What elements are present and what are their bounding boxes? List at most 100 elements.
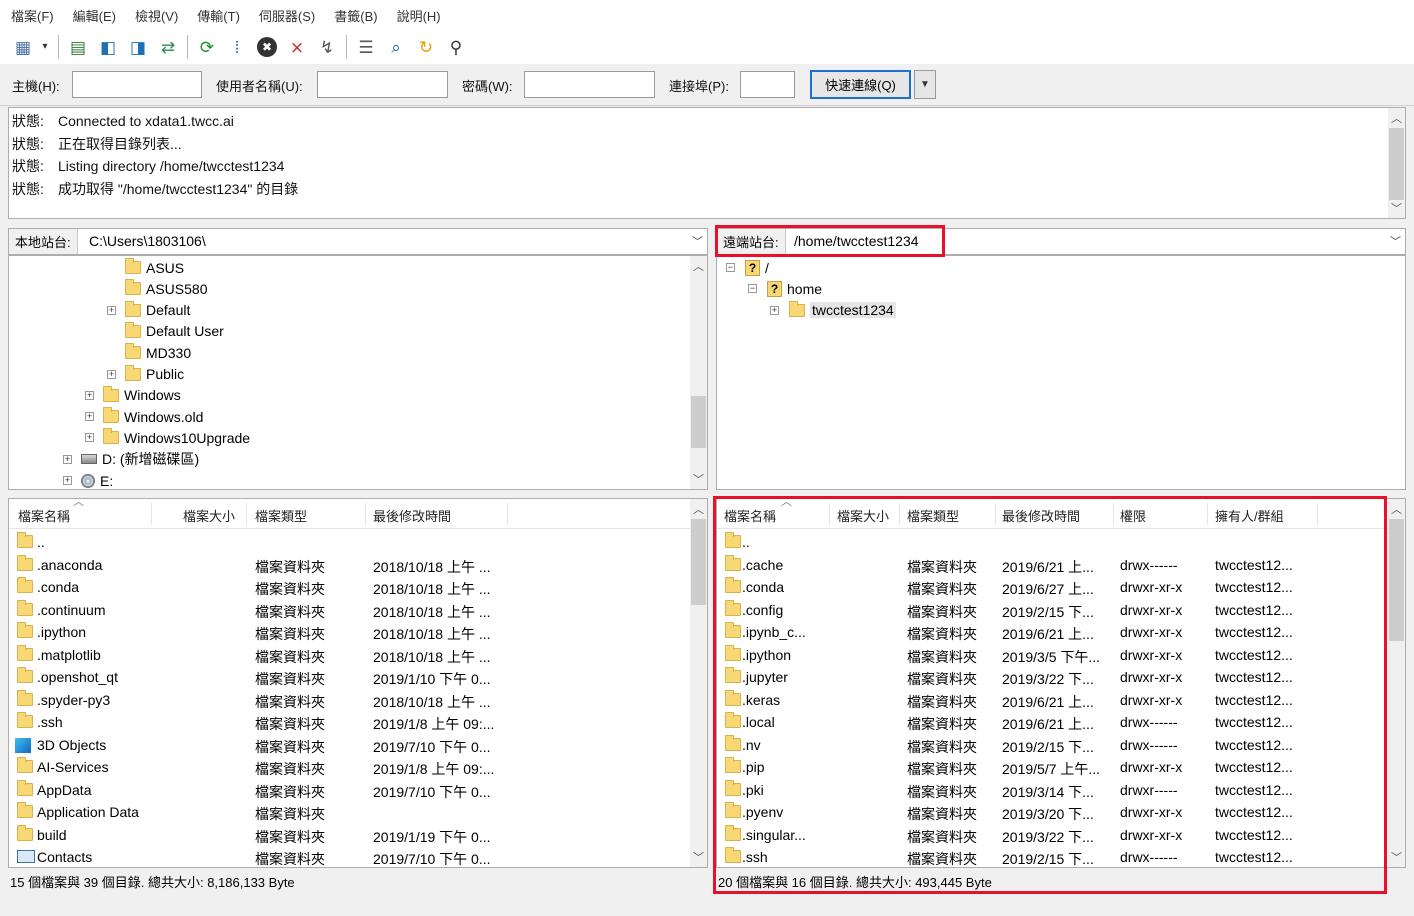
- file-row[interactable]: .conda 檔案資料夾 2019/6/27 上... drwxr-xr-x twcct…: [717, 576, 1405, 598]
- scroll-up-icon[interactable]: ︿: [690, 501, 707, 517]
- compare-button[interactable]: ⌕: [383, 34, 409, 60]
- port-input[interactable]: [740, 71, 795, 98]
- expand-icon[interactable]: +: [85, 433, 94, 443]
- sync-browse-button[interactable]: ↻: [413, 34, 439, 60]
- tree-node[interactable]: Default User: [125, 321, 224, 342]
- column-divider[interactable]: [829, 503, 830, 525]
- menu-item-0[interactable]: 檔案(F): [10, 4, 55, 27]
- toggle-remote-tree-button[interactable]: ◨: [125, 34, 151, 60]
- column-header[interactable]: 檔案類型: [907, 506, 959, 525]
- column-header[interactable]: 擁有人/群組: [1215, 506, 1284, 525]
- expand-icon[interactable]: +: [107, 305, 116, 315]
- menu-item-5[interactable]: 書籤(B): [333, 4, 378, 27]
- log-scrollbar[interactable]: ︿ ﹀: [1388, 108, 1405, 218]
- expand-icon[interactable]: +: [770, 305, 779, 315]
- expand-icon[interactable]: +: [85, 412, 94, 422]
- file-row[interactable]: build 檔案資料夾 2019/1/19 下午 0...: [9, 824, 707, 846]
- column-divider[interactable]: [899, 503, 900, 525]
- file-row[interactable]: .anaconda 檔案資料夾 2018/10/18 上午 ...: [9, 554, 707, 576]
- tree-node[interactable]: ? /: [745, 257, 769, 278]
- quickconnect-history-dropdown[interactable]: ▼: [914, 70, 936, 99]
- file-row[interactable]: .ssh 檔案資料夾 2019/1/8 上午 09:...: [9, 711, 707, 733]
- tree-node[interactable]: ASUS: [125, 257, 184, 278]
- file-row[interactable]: AI-Services 檔案資料夾 2019/1/8 上午 09:...: [9, 756, 707, 778]
- tree-node[interactable]: twcctest1234: [789, 300, 896, 321]
- directory-filter-button[interactable]: ☰: [353, 34, 379, 60]
- column-header[interactable]: 檔案名稱: [18, 506, 70, 525]
- scroll-up-icon[interactable]: ︿: [1388, 110, 1405, 126]
- menu-item-2[interactable]: 檢視(V): [134, 4, 179, 27]
- toggle-local-tree-button[interactable]: ◧: [95, 34, 121, 60]
- column-header[interactable]: 檔案名稱: [724, 506, 776, 525]
- file-row[interactable]: Contacts 檔案資料夾 2019/7/10 下午 0...: [9, 846, 707, 867]
- column-divider[interactable]: [1113, 503, 1114, 525]
- file-row[interactable]: .singular... 檔案資料夾 2019/3/22 下... drwxr-xr-…: [717, 824, 1405, 846]
- local-path-input[interactable]: C:\Users\1803106\: [89, 233, 206, 249]
- scroll-down-icon[interactable]: ﹀: [690, 471, 707, 487]
- scroll-up-icon[interactable]: ︿: [1388, 501, 1405, 517]
- refresh-button[interactable]: ⟳: [194, 34, 220, 60]
- file-row[interactable]: AppData 檔案資料夾 2019/7/10 下午 0...: [9, 779, 707, 801]
- disconnect-button[interactable]: ⨯: [284, 34, 310, 60]
- quickconnect-button[interactable]: 快速連線(Q): [810, 70, 911, 99]
- username-input[interactable]: [317, 71, 448, 98]
- file-row[interactable]: .pyenv 檔案資料夾 2019/3/20 下... drwxr-xr-x twcct…: [717, 801, 1405, 823]
- column-header[interactable]: 檔案類型: [255, 506, 307, 525]
- scrollbar-thumb[interactable]: [691, 396, 706, 448]
- file-row[interactable]: .pki 檔案資料夾 2019/3/14 下... drwxr----- twcctes…: [717, 779, 1405, 801]
- column-divider[interactable]: [1317, 503, 1318, 525]
- tree-node[interactable]: ? home: [767, 278, 822, 299]
- file-row[interactable]: .openshot_qt 檔案資料夾 2019/1/10 下午 0...: [9, 666, 707, 688]
- file-row[interactable]: .local 檔案資料夾 2019/6/21 上... drwx------ twcct…: [717, 711, 1405, 733]
- file-row[interactable]: .keras 檔案資料夾 2019/6/21 上... drwxr-xr-x twcct…: [717, 689, 1405, 711]
- menu-item-3[interactable]: 傳輸(T): [196, 4, 241, 27]
- site-manager-dropdown[interactable]: ▾: [40, 34, 50, 60]
- column-divider[interactable]: [151, 503, 152, 525]
- expand-icon[interactable]: +: [63, 454, 72, 464]
- file-row[interactable]: .ipython 檔案資料夾 2019/3/5 下午... drwxr-xr-x twc…: [717, 644, 1405, 666]
- password-input[interactable]: [524, 71, 655, 98]
- column-header[interactable]: 檔案大小: [837, 506, 889, 525]
- expand-icon[interactable]: +: [107, 369, 116, 379]
- tree-node[interactable]: D: (新增磁碟區): [81, 449, 199, 470]
- chevron-down-icon[interactable]: ﹀: [692, 233, 703, 249]
- tree-node[interactable]: Windows10Upgrade: [103, 427, 250, 448]
- collapse-icon[interactable]: −: [726, 263, 735, 272]
- file-row[interactable]: Application Data 檔案資料夾: [9, 801, 707, 823]
- file-row[interactable]: .config 檔案資料夾 2019/2/15 下... drwxr-xr-x twcc…: [717, 599, 1405, 621]
- file-row[interactable]: .spyder-py3 檔案資料夾 2018/10/18 上午 ...: [9, 689, 707, 711]
- site-manager-button[interactable]: ▦: [10, 34, 36, 60]
- file-row[interactable]: 3D Objects 檔案資料夾 2019/7/10 下午 0...: [9, 734, 707, 756]
- column-divider[interactable]: [246, 503, 247, 525]
- file-row[interactable]: ..: [9, 531, 707, 553]
- local-tree-scrollbar[interactable]: ︿ ﹀: [690, 256, 707, 489]
- tree-node[interactable]: ASUS580: [125, 278, 207, 299]
- tree-node[interactable]: Default: [125, 300, 190, 321]
- file-row[interactable]: ..: [717, 531, 1405, 553]
- file-row[interactable]: .jupyter 檔案資料夾 2019/3/22 下... drwxr-xr-x twc…: [717, 666, 1405, 688]
- toggle-log-button[interactable]: ▤: [65, 34, 91, 60]
- file-row[interactable]: .matplotlib 檔案資料夾 2018/10/18 上午 ...: [9, 644, 707, 666]
- host-input[interactable]: [72, 71, 202, 98]
- tree-node[interactable]: Windows.old: [103, 406, 203, 427]
- column-header[interactable]: 權限: [1120, 506, 1146, 525]
- tree-node[interactable]: MD330: [125, 342, 191, 363]
- process-queue-button[interactable]: ⁞: [224, 34, 250, 60]
- expand-icon[interactable]: +: [63, 476, 72, 485]
- collapse-icon[interactable]: −: [748, 284, 757, 294]
- column-divider[interactable]: [365, 503, 366, 525]
- column-header[interactable]: 檔案大小: [183, 506, 235, 525]
- file-row[interactable]: .nv 檔案資料夾 2019/2/15 下... drwx------ twcctest…: [717, 734, 1405, 756]
- chevron-down-icon[interactable]: ﹀: [1390, 233, 1401, 249]
- file-row[interactable]: .ssh 檔案資料夾 2019/2/15 下... drwx------ twcctes…: [717, 846, 1405, 867]
- file-row[interactable]: .ipynb_c... 檔案資料夾 2019/6/21 上... drwxr-xr-x…: [717, 621, 1405, 643]
- transfer-queue-button[interactable]: ⇄: [155, 34, 181, 60]
- file-row[interactable]: .cache 檔案資料夾 2019/6/21 上... drwx------ twcct…: [717, 554, 1405, 576]
- tree-node[interactable]: Windows: [103, 385, 181, 406]
- tree-node[interactable]: Public: [125, 364, 184, 385]
- file-row[interactable]: .pip 檔案資料夾 2019/5/7 上午... drwxr-xr-x twcctes…: [717, 756, 1405, 778]
- column-divider[interactable]: [507, 503, 508, 525]
- search-files-button[interactable]: ⚲: [443, 34, 469, 60]
- column-divider[interactable]: [995, 503, 996, 525]
- scroll-up-icon[interactable]: ︿: [690, 258, 707, 274]
